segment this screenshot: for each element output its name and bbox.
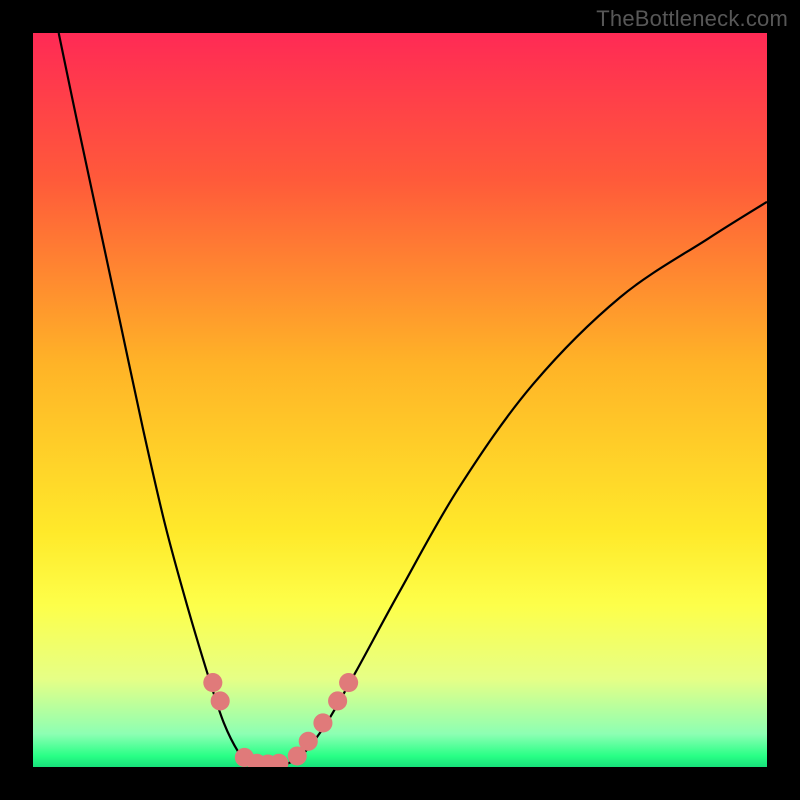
chart-frame: TheBottleneck.com bbox=[0, 0, 800, 800]
threshold-marker bbox=[299, 732, 318, 751]
threshold-marker bbox=[339, 673, 358, 692]
plot-area bbox=[33, 33, 767, 767]
threshold-marker bbox=[211, 691, 230, 710]
marker-group bbox=[203, 673, 358, 767]
bottleneck-curve bbox=[59, 33, 767, 766]
threshold-marker bbox=[313, 713, 332, 732]
chart-svg bbox=[33, 33, 767, 767]
watermark-text: TheBottleneck.com bbox=[596, 6, 788, 32]
threshold-marker bbox=[203, 673, 222, 692]
threshold-marker bbox=[328, 691, 347, 710]
